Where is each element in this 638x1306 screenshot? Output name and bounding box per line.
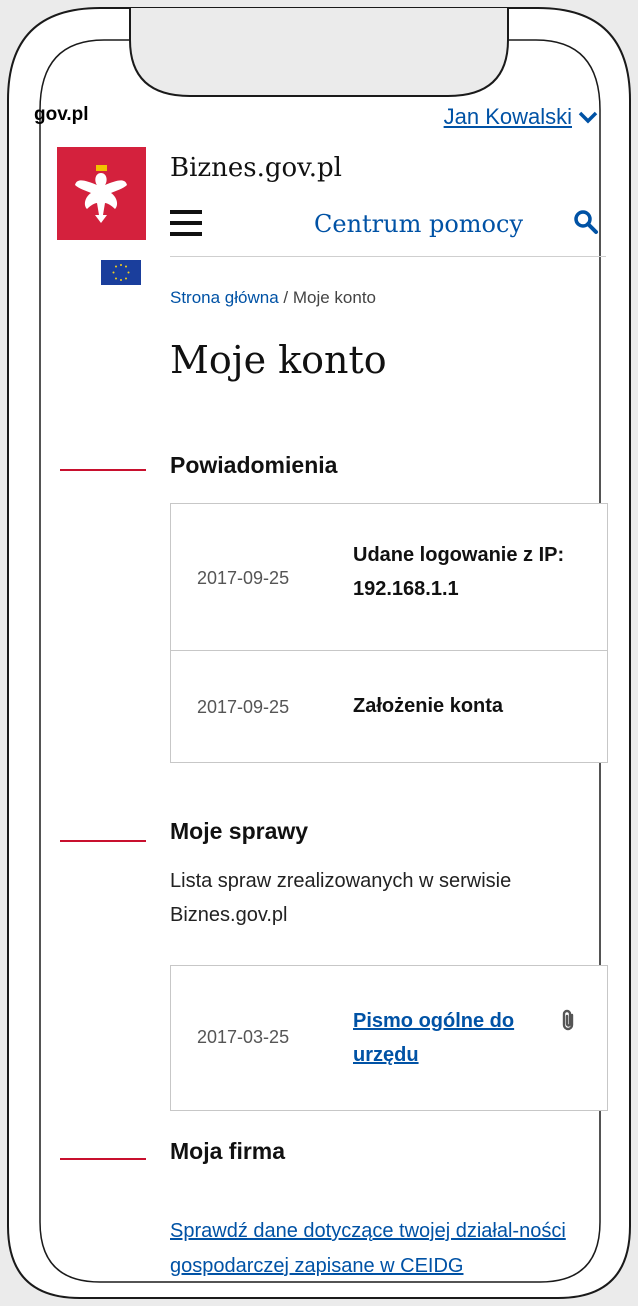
case-date: 2017-03-25	[197, 1027, 290, 1047]
notification-date: 2017-09-25	[197, 697, 290, 717]
notification-date: 2017-09-25	[197, 568, 290, 588]
company-heading: Moja firma	[170, 1138, 286, 1164]
notification-text: Założenie konta	[353, 695, 504, 717]
user-menu-button[interactable]: Jan Kowalski	[444, 104, 598, 130]
ceidg-link[interactable]: Sprawdź dane dotyczące twojej działal-no…	[170, 1214, 620, 1284]
chevron-down-icon	[578, 111, 598, 124]
search-icon[interactable]	[572, 208, 600, 236]
gov-logo[interactable]: gov.pl	[34, 104, 89, 126]
menu-icon[interactable]	[170, 210, 202, 236]
site-title[interactable]: Biznes.gov.pl	[170, 153, 342, 183]
cases-description: Lista spraw zrealizowanych w serwisie Bi…	[170, 870, 512, 926]
section-accent-line	[60, 469, 146, 471]
paperclip-icon	[562, 1009, 574, 1031]
breadcrumb-current: Moje konto	[292, 288, 377, 307]
eu-flag	[101, 260, 141, 285]
breadcrumb-home-link[interactable]: Strona główna	[170, 288, 279, 307]
page-title: Moje konto	[170, 338, 387, 382]
notifications-card: 2017-09-25 Udane logowanie z IP: 192.168…	[170, 503, 608, 763]
notifications-heading: Powiadomienia	[170, 452, 338, 478]
eagle-icon	[75, 165, 127, 223]
polish-eagle-emblem	[57, 147, 146, 240]
breadcrumb: Strona główna / Moje konto	[170, 288, 376, 308]
case-row: 2017-03-25 Pismo ogólne do urzędu	[171, 966, 607, 1110]
section-accent-line	[60, 1158, 146, 1160]
case-link[interactable]: Pismo ogólne do urzędu	[353, 1004, 553, 1072]
section-accent-line	[60, 840, 146, 842]
header-divider	[170, 256, 606, 257]
cases-card: 2017-03-25 Pismo ogólne do urzędu	[170, 965, 608, 1111]
help-center-link[interactable]: Centrum pomocy	[314, 210, 523, 238]
user-name[interactable]: Jan Kowalski	[444, 104, 572, 130]
notification-row: 2017-09-25 Udane logowanie z IP: 192.168…	[171, 504, 607, 650]
cases-heading: Moje sprawy	[170, 818, 309, 844]
notification-row: 2017-09-25 Założenie konta	[171, 650, 607, 761]
notification-text: Udane logowanie z IP: 192.168.1.1	[353, 544, 565, 600]
breadcrumb-separator: /	[278, 288, 293, 307]
